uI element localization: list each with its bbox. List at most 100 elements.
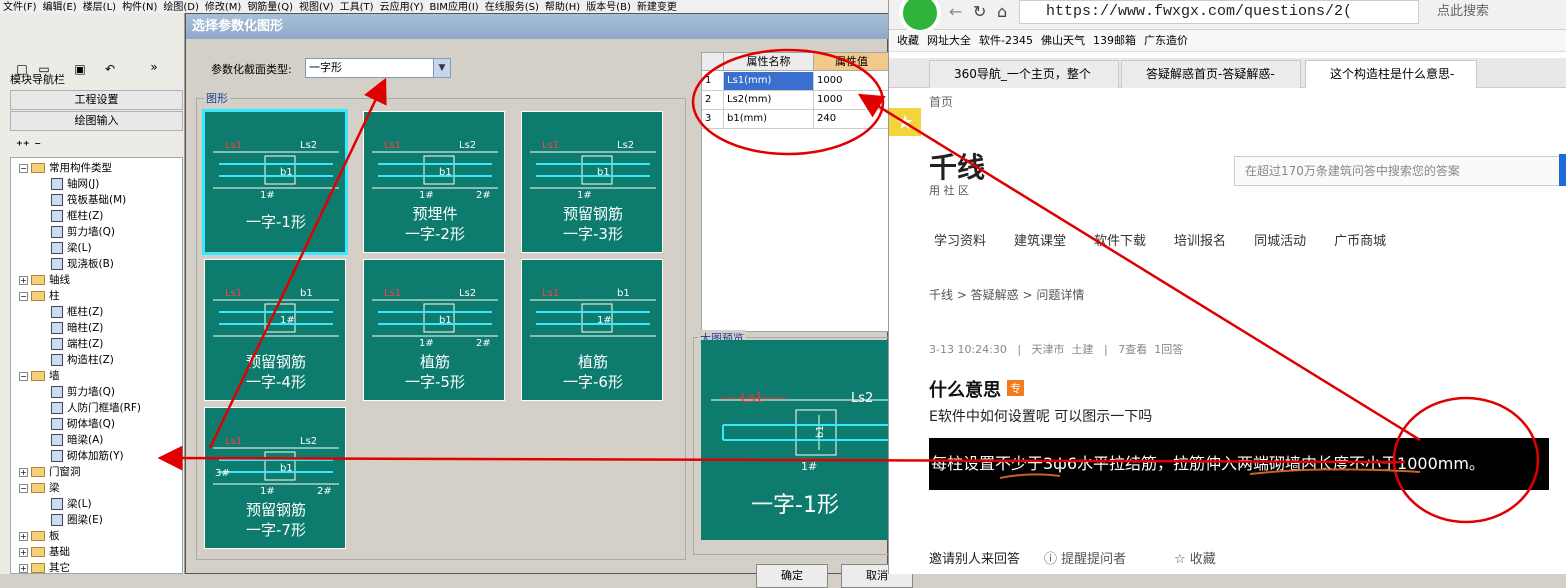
shape-tile[interactable]: Ls1 b1 1# 预留钢筋 一字-4形 xyxy=(204,259,346,401)
menu-item[interactable]: 在线服务(S) xyxy=(485,1,539,13)
favorite-link[interactable]: ☆ 收藏 xyxy=(1174,548,1216,567)
chevron-down-icon[interactable]: ▼ xyxy=(433,59,450,77)
property-row[interactable]: 1 Ls1(mm) 1000 xyxy=(702,72,890,91)
tree-item[interactable]: − 常用构件类型 xyxy=(19,160,112,176)
shape-tile[interactable]: Ls1 Ls2 b1 1# 预留钢筋 一字-3形 xyxy=(521,111,663,253)
expander-icon[interactable]: + xyxy=(19,275,28,285)
invite-answer-link[interactable]: 邀请别人来回答 xyxy=(929,548,1020,567)
tree-item[interactable]: 剪力墙(Q) xyxy=(51,224,115,240)
tree-item[interactable]: 框柱(Z) xyxy=(51,304,103,320)
tree-item[interactable]: 暗柱(Z) xyxy=(51,320,103,336)
remind-asker-link[interactable]: ⓘ 提醒提问者 xyxy=(1044,548,1126,567)
bookmark-item[interactable]: 收藏 xyxy=(897,34,919,47)
shape-tile[interactable]: Ls1 Ls2 b1 1# 2# 3# 预留钢筋 一字-7形 xyxy=(204,407,346,549)
tree-item[interactable]: 梁(L) xyxy=(51,496,92,512)
site-nav-item[interactable]: 软件下载 xyxy=(1094,234,1146,249)
site-nav-item[interactable]: 培训报名 xyxy=(1174,234,1226,249)
property-value[interactable]: 240 xyxy=(814,110,890,128)
tree-item[interactable]: 端柱(Z) xyxy=(51,336,103,352)
browser-tab[interactable]: 360导航_一个主页，整个 xyxy=(929,60,1119,88)
tree-item[interactable]: − 墙 xyxy=(19,368,60,384)
tree-item[interactable]: 砌体墙(Q) xyxy=(51,416,115,432)
tree-item[interactable]: 剪力墙(Q) xyxy=(51,384,115,400)
bookmark-item[interactable]: 佛山天气 xyxy=(1041,34,1085,47)
shape-tile[interactable]: Ls1 b1 1# 植筋 一字-6形 xyxy=(521,259,663,401)
expander-icon[interactable]: − xyxy=(19,483,28,493)
tree-item[interactable]: 砌体加筋(Y) xyxy=(51,448,124,464)
expander-icon[interactable]: − xyxy=(19,291,28,301)
menu-item[interactable]: 楼层(L) xyxy=(83,1,116,13)
property-value[interactable]: 1000 xyxy=(814,72,890,90)
expander-icon[interactable]: − xyxy=(19,371,28,381)
tree-item[interactable]: 构造柱(Z) xyxy=(51,352,114,368)
save-icon[interactable]: ▣ xyxy=(72,61,88,77)
site-nav-item[interactable]: 同城活动 xyxy=(1254,234,1306,249)
expand-all-icon[interactable]: ⁺⁺ ⁻ xyxy=(16,139,41,154)
shape-tile[interactable]: Ls1 Ls2 b1 1# 一字-1形 xyxy=(202,109,348,255)
tree-item[interactable]: + 门窗洞 xyxy=(19,464,81,480)
site-nav-item[interactable]: 建筑课堂 xyxy=(1014,234,1066,249)
expander-icon[interactable]: + xyxy=(19,547,28,557)
menu-item[interactable]: 帮助(H) xyxy=(545,1,580,13)
menu-item[interactable]: 工具(T) xyxy=(340,1,374,13)
project-settings-button[interactable]: 工程设置 xyxy=(10,90,183,110)
site-search-input[interactable]: 在超过170万条建筑问答中搜索您的答案 xyxy=(1234,156,1564,186)
menu-item[interactable]: 编辑(E) xyxy=(43,1,77,13)
menu-item[interactable]: 构件(N) xyxy=(122,1,157,13)
menu-item[interactable]: 新建变更 xyxy=(637,1,677,13)
address-bar[interactable]: https://www.fwxgx.com/questions/2( xyxy=(1019,0,1419,24)
drawing-input-button[interactable]: 绘图输入 xyxy=(10,111,183,131)
bookmark-item[interactable]: 139邮箱 xyxy=(1093,34,1136,47)
bookmark-item[interactable]: 广东造价 xyxy=(1144,34,1188,47)
tree-item[interactable]: + 基础 xyxy=(19,544,70,560)
star-icon[interactable]: ★ xyxy=(889,108,921,136)
site-nav-item[interactable]: 广币商城 xyxy=(1334,234,1386,249)
back-icon[interactable]: ← xyxy=(949,2,962,21)
menu-item[interactable]: 版本号(B) xyxy=(586,1,631,13)
menu-item[interactable]: 文件(F) xyxy=(3,1,37,13)
tree-item[interactable]: − 柱 xyxy=(19,288,60,304)
site-logo[interactable]: 千线 xyxy=(929,146,985,186)
tree-item[interactable]: 人防门框墙(RF) xyxy=(51,400,141,416)
property-row[interactable]: 3 b1(mm) 240 xyxy=(702,110,890,129)
menu-item[interactable]: 绘图(D) xyxy=(163,1,199,13)
site-nav-item[interactable]: 学习资料 xyxy=(934,234,986,249)
tree-item[interactable]: 筏板基础(M) xyxy=(51,192,126,208)
tree-item[interactable]: 圈梁(E) xyxy=(51,512,103,528)
tree-item[interactable]: + 其它 xyxy=(19,560,70,573)
property-value[interactable]: 1000 xyxy=(814,91,890,109)
tree-item[interactable]: 梁(L) xyxy=(51,240,92,256)
reload-icon[interactable]: ↻ xyxy=(973,2,986,21)
expander-icon[interactable]: + xyxy=(19,467,28,477)
expander-icon[interactable]: + xyxy=(19,531,28,541)
menu-item[interactable]: BIM应用(I) xyxy=(430,1,479,13)
expander-icon[interactable]: + xyxy=(19,563,28,573)
browser-tab[interactable]: 答疑解惑首页-答疑解惑- xyxy=(1121,60,1301,88)
tree-item[interactable]: 轴网(J) xyxy=(51,176,99,192)
tree-item[interactable]: 暗梁(A) xyxy=(51,432,103,448)
tree-item[interactable]: + 板 xyxy=(19,528,60,544)
bookmark-item[interactable]: 软件-2345 xyxy=(979,34,1033,47)
shape-tile[interactable]: Ls1 Ls2 b1 1# 2# 预埋件 一字-2形 xyxy=(363,111,505,253)
bookmark-item[interactable]: 网址大全 xyxy=(927,34,971,47)
expander-icon[interactable]: − xyxy=(19,163,28,173)
more-icon[interactable]: » xyxy=(146,59,162,75)
property-row[interactable]: 2 Ls2(mm) 1000 xyxy=(702,91,890,110)
tree-item[interactable]: + 轴线 xyxy=(19,272,70,288)
shape-tile[interactable]: Ls1 Ls2 b1 1# 2# 植筋 一字-5形 xyxy=(363,259,505,401)
undo-icon[interactable]: ↶ xyxy=(102,61,118,77)
tree-item[interactable]: 框柱(Z) xyxy=(51,208,103,224)
menu-item[interactable]: 云应用(Y) xyxy=(380,1,424,13)
ok-button[interactable]: 确定 xyxy=(756,564,828,588)
home-link[interactable]: 首页 xyxy=(929,93,953,110)
site-search-button[interactable] xyxy=(1559,154,1566,186)
home-icon[interactable]: ⌂ xyxy=(997,2,1007,21)
browser-tab[interactable]: 这个构造柱是什么意思- xyxy=(1305,60,1477,88)
menu-item[interactable]: 钢筋量(Q) xyxy=(247,1,293,13)
section-type-select[interactable]: 一字形 ▼ xyxy=(305,58,451,78)
browser-search[interactable]: 点此搜索 xyxy=(1437,0,1566,24)
menu-item[interactable]: 视图(V) xyxy=(299,1,334,13)
tree-item[interactable]: 现浇板(B) xyxy=(51,256,114,272)
menu-item[interactable]: 修改(M) xyxy=(205,1,241,13)
tree-item[interactable]: − 梁 xyxy=(19,480,60,496)
